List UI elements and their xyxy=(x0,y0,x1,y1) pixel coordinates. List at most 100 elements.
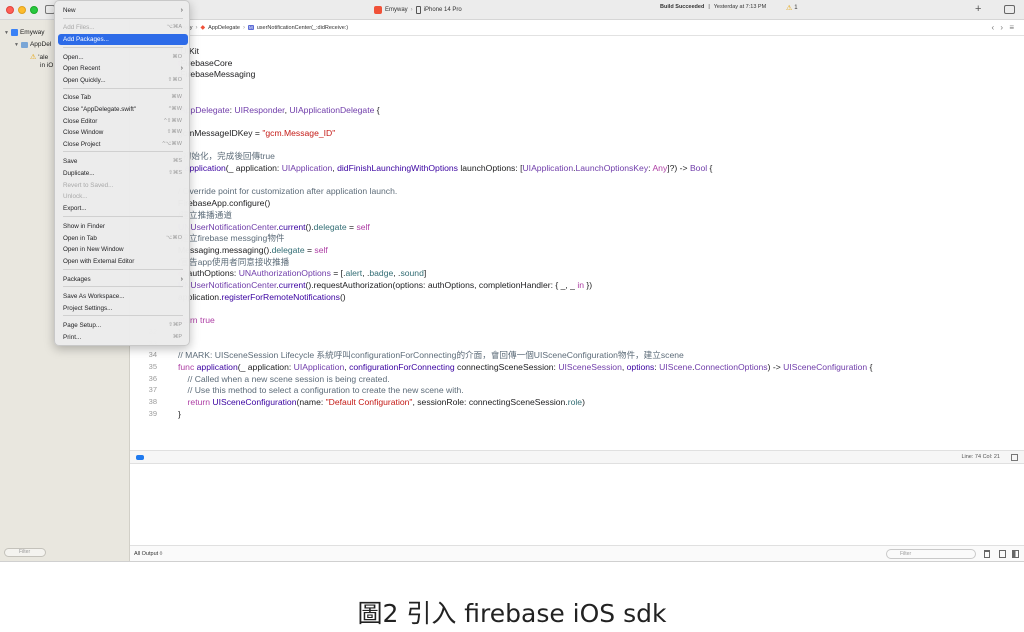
code-text: UNUserNotificationCenter.current().reque… xyxy=(178,279,592,291)
menu-item-label: Show in Finder xyxy=(63,223,105,230)
project-icon xyxy=(10,29,18,36)
menu-item[interactable]: Page Setup... ⇧⌘P xyxy=(58,320,188,331)
code-line: /建立firebase messging物件 xyxy=(130,232,1024,244)
menu-item[interactable]: Open with External Editor xyxy=(58,256,188,267)
nav-project-row[interactable]: ▼ Emyway xyxy=(4,29,45,36)
code-token: { xyxy=(374,104,380,115)
menu-item[interactable]: Duplicate... ⇧⌘S xyxy=(58,168,188,179)
code-line: /建立推播通道 xyxy=(130,209,1024,221)
menu-item[interactable]: Save As Workspace... xyxy=(58,291,188,302)
inspector-toggle-icon[interactable] xyxy=(1004,5,1015,14)
close-window-button[interactable] xyxy=(6,6,14,14)
code-token: / Override point for customization after… xyxy=(178,186,398,197)
code-token: role xyxy=(567,397,583,407)
menu-item-label: Close Window xyxy=(63,129,104,136)
zoom-window-button[interactable] xyxy=(30,6,38,14)
menu-item-label: Close Project xyxy=(63,141,101,148)
scheme-selector[interactable]: Emyway › iPhone 14 Pro xyxy=(374,4,462,16)
menu-item[interactable]: Export... xyxy=(58,203,188,214)
menu-item[interactable]: New › xyxy=(58,5,188,16)
menu-item-label: Open... xyxy=(63,54,84,61)
code-token: delegate xyxy=(271,244,305,255)
line-number: 34 xyxy=(148,350,157,360)
folder-icon xyxy=(20,41,28,48)
console-area[interactable] xyxy=(130,464,1024,544)
debug-area-toggle-icon[interactable] xyxy=(136,455,144,460)
menu-item[interactable]: Close Window ⇧⌘W xyxy=(58,127,188,138)
menu-item-label: Page Setup... xyxy=(63,322,102,329)
menu-item[interactable]: Open Recent › xyxy=(58,63,188,74)
warning-badge[interactable]: ⚠ 1 xyxy=(786,4,798,12)
code-token: // Use this method to select a configura… xyxy=(178,385,464,396)
menu-item[interactable]: Close Editor ^⇧⌘W xyxy=(58,116,188,127)
code-token: (name: xyxy=(296,397,326,407)
split-view-icon[interactable] xyxy=(999,550,1006,558)
menu-item[interactable]: Save ⌘S xyxy=(58,156,188,167)
code-token: alert xyxy=(345,268,363,279)
code-token: registerForRemoteNotifications xyxy=(221,291,340,302)
code-editor[interactable]: tUIKittFirebaseCoretFirebaseMessagingin … xyxy=(130,37,1024,449)
code-text: func application(_ application: UIApplic… xyxy=(178,361,872,373)
code-line: c application(_ application: UIApplicati… xyxy=(130,162,1024,174)
code-token: UISceneSession xyxy=(558,361,622,372)
menu-item[interactable]: Show in Finder xyxy=(58,221,188,232)
code-token: options xyxy=(626,361,655,372)
menu-item-shortcut: ^⌥⌘W xyxy=(162,141,182,147)
console-filter-input[interactable]: Filter xyxy=(886,549,976,559)
menu-item[interactable]: Add Packages... xyxy=(58,34,188,45)
code-line: p初始化，完成後回傳true xyxy=(130,150,1024,162)
build-status-text: Build Succeeded xyxy=(660,4,705,10)
menu-item[interactable]: Close Tab ⌘W xyxy=(58,92,188,103)
code-line: / Override point for customization after… xyxy=(130,185,1024,197)
code-token: (_ application: xyxy=(225,163,282,173)
cursor-position: Line: 74 Col: 21 xyxy=(961,454,1000,460)
code-token: delegate xyxy=(313,221,347,232)
split-view-icon[interactable] xyxy=(1012,550,1019,558)
disclosure-down-icon[interactable]: ▼ xyxy=(4,30,9,36)
breadcrumb-method[interactable]: userNotificationCenter(_:didReceive:) xyxy=(257,25,348,31)
breadcrumb-file[interactable]: AppDelegate xyxy=(208,25,240,31)
menu-item-shortcut: ^⇧⌘W xyxy=(164,118,182,124)
nav-warning-row-cont: in iO xyxy=(40,62,53,69)
minimize-window-button[interactable] xyxy=(18,6,26,14)
navigator-filter-input[interactable]: Filter xyxy=(4,548,46,557)
menu-item[interactable]: Close "AppDelegate.swift" ^⌘W xyxy=(58,104,188,115)
menu-item[interactable]: Project Settings... xyxy=(58,303,188,314)
output-filter-select[interactable]: All Output ◊ xyxy=(134,551,162,557)
menu-item[interactable]: Packages › xyxy=(58,274,188,285)
nav-target-row[interactable]: ▼ AppDel xyxy=(14,41,51,48)
code-token: = xyxy=(304,244,315,255)
code-token: UIApplication xyxy=(293,361,345,372)
submenu-arrow-icon: › xyxy=(180,7,183,14)
disclosure-down-icon[interactable]: ▼ xyxy=(14,42,19,48)
menu-item[interactable]: Print... ⌘P xyxy=(58,332,188,343)
code-token: UIApplication xyxy=(522,163,574,173)
build-status-time: Yesterday at 7:13 PM xyxy=(713,4,767,10)
trash-icon[interactable] xyxy=(984,550,990,558)
code-token: /建立firebase messging物件 xyxy=(178,233,285,244)
target-name: AppDel xyxy=(29,41,52,48)
menu-item-label: Close "AppDelegate.swift" xyxy=(63,106,137,113)
menu-item[interactable]: Open in New Window xyxy=(58,244,188,255)
chevron-right-icon: › xyxy=(242,24,245,31)
menu-item[interactable]: Open Quickly... ⇧⌘O xyxy=(58,75,188,86)
debug-panel-icon[interactable] xyxy=(1011,454,1018,461)
code-token: FirebaseApp.configure() xyxy=(178,198,271,209)
menu-separator xyxy=(63,315,183,316)
code-token: didFinishLaunchingWithOptions xyxy=(337,163,458,173)
code-token: ] xyxy=(423,268,427,279)
line-number: 36 xyxy=(148,373,157,383)
library-add-button[interactable]: + xyxy=(975,3,981,15)
nav-warning-row[interactable]: ⚠ 'ale xyxy=(30,53,48,62)
menu-separator xyxy=(63,47,183,48)
menu-item-shortcut: ⌘P xyxy=(172,334,182,340)
editor-nav-arrows-icon[interactable]: ‹ › ≡ xyxy=(992,23,1016,32)
code-token: badge xyxy=(369,268,394,279)
code-token: Messaging.messaging(). xyxy=(178,244,272,255)
menu-item[interactable]: Close Project ^⌥⌘W xyxy=(58,139,188,150)
menu-item[interactable]: Open... ⌘O xyxy=(58,52,188,63)
code-text: // Called when a new scene session is be… xyxy=(178,373,390,385)
chevron-right-icon: › xyxy=(410,7,413,13)
menu-item[interactable]: Open in Tab ⌥⌘O xyxy=(58,233,188,244)
